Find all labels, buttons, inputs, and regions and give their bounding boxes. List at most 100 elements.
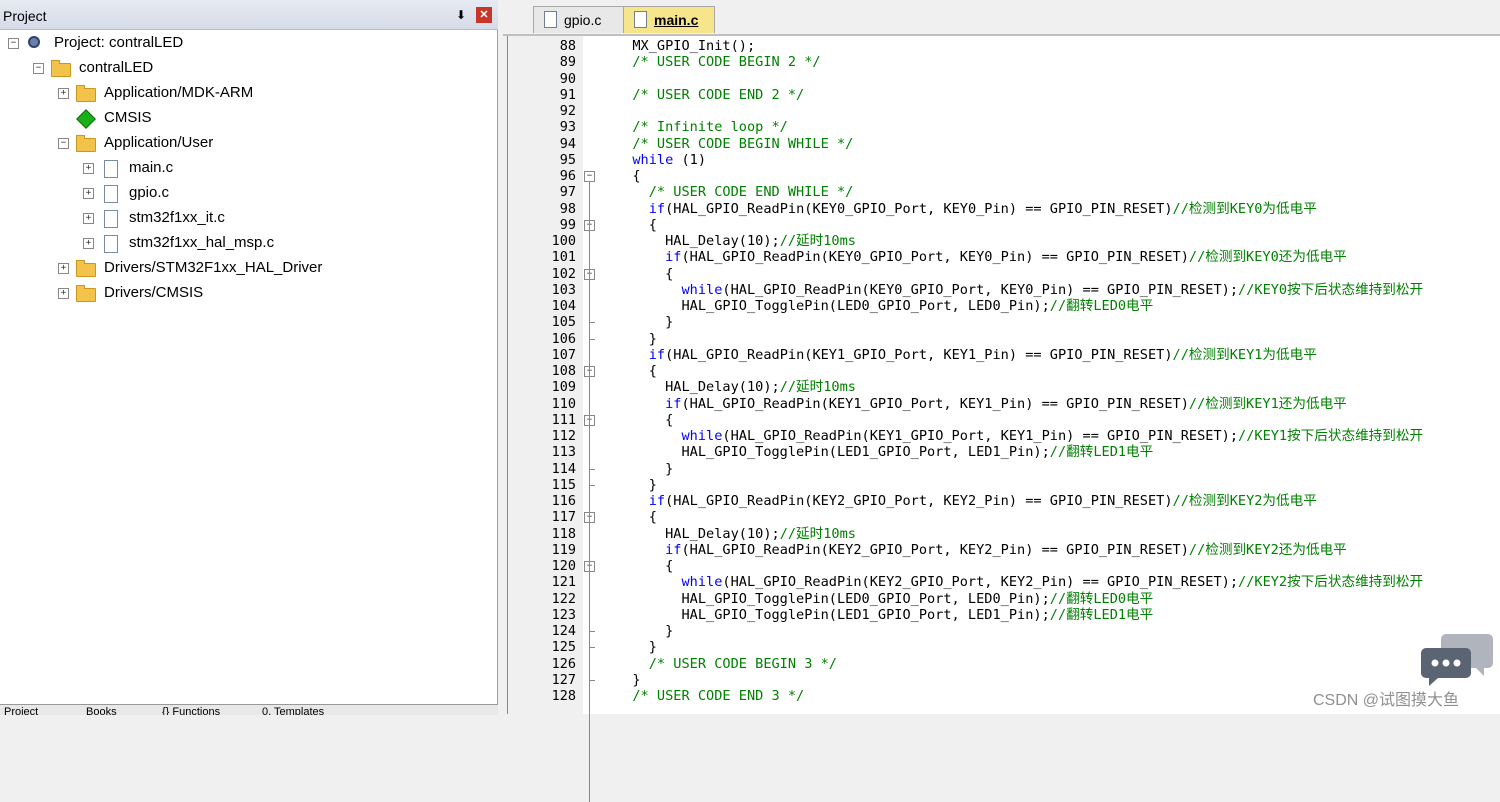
chat-bubble-icon[interactable] bbox=[1420, 630, 1494, 686]
line-number: 99 bbox=[559, 216, 576, 233]
line-number: 97 bbox=[559, 184, 576, 201]
tab-label: main.c bbox=[654, 12, 699, 28]
tree-item-label: stm32f1xx_hal_msp.c bbox=[129, 234, 275, 251]
code-line[interactable]: } bbox=[616, 314, 673, 330]
code-editor[interactable]: 88 89 90 91 92 93 94 95 96 97 98 99 100 101 102 103 104 1… bbox=[507, 36, 1500, 802]
file-icon bbox=[101, 159, 121, 178]
panel-title: Project bbox=[3, 8, 47, 24]
code-line[interactable]: if(HAL_GPIO_ReadPin(KEY1_GPIO_Port, KEY1… bbox=[616, 347, 1317, 363]
line-number: 112 bbox=[551, 428, 576, 444]
code-line[interactable]: HAL_GPIO_TogglePin(LED1_GPIO_Port, LED1_… bbox=[616, 444, 1153, 460]
line-number-gutter: 88 89 90 91 92 93 94 95 96 97 98 99 100 101 102 103 104 1… bbox=[508, 36, 589, 714]
line-number: 91 bbox=[559, 86, 576, 103]
code-line[interactable]: /* USER CODE END 2 */ bbox=[616, 87, 804, 103]
code-line[interactable]: } bbox=[616, 331, 657, 347]
line-number: 114 bbox=[551, 460, 576, 477]
tab-label: gpio.c bbox=[564, 12, 602, 28]
collapse-icon[interactable]: − bbox=[8, 38, 19, 49]
code-line[interactable]: HAL_GPIO_TogglePin(LED0_GPIO_Port, LED0_… bbox=[616, 591, 1153, 607]
code-line[interactable]: } bbox=[616, 477, 657, 493]
tree-item-label: Drivers/STM32F1xx_HAL_Driver bbox=[104, 259, 323, 276]
line-number: 104 bbox=[551, 298, 576, 314]
code-line[interactable]: } bbox=[616, 672, 640, 688]
code-line[interactable]: /* Infinite loop */ bbox=[616, 119, 788, 135]
code-line[interactable]: if(HAL_GPIO_ReadPin(KEY0_GPIO_Port, KEY0… bbox=[616, 249, 1347, 265]
line-number: 105 bbox=[551, 314, 576, 331]
pin-icon[interactable]: ⬇ bbox=[453, 7, 469, 23]
code-line[interactable]: { bbox=[616, 363, 657, 379]
code-line[interactable]: HAL_Delay(10);//延时10ms bbox=[616, 233, 856, 249]
line-number: 107 bbox=[551, 346, 576, 363]
code-line[interactable]: /* USER CODE END 3 */ bbox=[616, 688, 804, 704]
code-line[interactable]: } bbox=[616, 639, 657, 655]
expand-icon[interactable]: + bbox=[58, 263, 69, 274]
tree-item-label: gpio.c bbox=[129, 184, 170, 201]
code-line[interactable]: HAL_Delay(10);//延时10ms bbox=[616, 379, 856, 395]
code-line[interactable]: while(HAL_GPIO_ReadPin(KEY2_GPIO_Port, K… bbox=[616, 574, 1423, 590]
line-number: 121 bbox=[551, 574, 576, 591]
tree-item-label: stm32f1xx_it.c bbox=[129, 209, 225, 226]
line-number: 93 bbox=[559, 119, 576, 136]
code-line[interactable]: if(HAL_GPIO_ReadPin(KEY0_GPIO_Port, KEY0… bbox=[616, 201, 1317, 217]
code-line[interactable]: { bbox=[616, 168, 640, 184]
code-line[interactable]: /* USER CODE BEGIN 3 */ bbox=[616, 656, 837, 672]
folder-icon bbox=[76, 84, 96, 102]
code-line[interactable]: { bbox=[616, 558, 673, 574]
code-line[interactable]: while(HAL_GPIO_ReadPin(KEY0_GPIO_Port, K… bbox=[616, 282, 1423, 298]
tree-item-label: main.c bbox=[129, 159, 174, 176]
editor-area: gpio.c main.c 88 89 90 91 92 93 94 95 96 97 98 99 10… bbox=[503, 0, 1500, 802]
code-line[interactable]: /* USER CODE BEGIN WHILE */ bbox=[616, 136, 853, 152]
code-line[interactable]: while (1) bbox=[616, 152, 706, 168]
code-line[interactable]: MX_GPIO_Init(); bbox=[616, 38, 755, 54]
line-number: 116 bbox=[551, 493, 576, 509]
line-number: 124 bbox=[551, 623, 576, 639]
code-line[interactable]: if(HAL_GPIO_ReadPin(KEY1_GPIO_Port, KEY1… bbox=[616, 396, 1347, 412]
code-line[interactable]: HAL_Delay(10);//延时10ms bbox=[616, 526, 856, 542]
code-line[interactable]: { bbox=[616, 509, 657, 525]
code-line[interactable]: HAL_GPIO_TogglePin(LED0_GPIO_Port, LED0_… bbox=[616, 298, 1153, 314]
line-number: 126 bbox=[551, 655, 576, 672]
line-number: 122 bbox=[551, 590, 576, 607]
code-line[interactable]: while(HAL_GPIO_ReadPin(KEY1_GPIO_Port, K… bbox=[616, 428, 1423, 444]
line-number: 113 bbox=[551, 444, 576, 461]
code-line[interactable]: } bbox=[616, 623, 673, 639]
code-line[interactable]: } bbox=[616, 461, 673, 477]
close-icon[interactable]: ✕ bbox=[476, 7, 492, 23]
folder-open-icon bbox=[76, 134, 96, 152]
tab-gpio-c[interactable]: gpio.c bbox=[533, 6, 625, 33]
line-number: 90 bbox=[559, 70, 576, 87]
expand-icon[interactable]: + bbox=[58, 288, 69, 299]
tab-main-c[interactable]: main.c bbox=[623, 6, 715, 33]
code-line[interactable]: { bbox=[616, 217, 657, 233]
expand-icon[interactable]: + bbox=[83, 213, 94, 224]
tree-item-label: contralLED bbox=[79, 59, 154, 76]
expand-icon[interactable]: + bbox=[83, 188, 94, 199]
line-number: 96 bbox=[559, 168, 576, 184]
line-number: 94 bbox=[559, 135, 576, 152]
code-line[interactable]: /* USER CODE BEGIN 2 */ bbox=[616, 54, 820, 70]
code-line[interactable]: if(HAL_GPIO_ReadPin(KEY2_GPIO_Port, KEY2… bbox=[616, 493, 1317, 509]
line-number: 115 bbox=[551, 476, 576, 493]
line-number: 128 bbox=[551, 688, 576, 704]
line-number: 117 bbox=[551, 509, 576, 526]
fold-guide-line bbox=[589, 181, 590, 802]
tree-item-label: Project: contralLED bbox=[54, 34, 184, 51]
line-number: 127 bbox=[551, 671, 576, 688]
code-line[interactable]: if(HAL_GPIO_ReadPin(KEY2_GPIO_Port, KEY2… bbox=[616, 542, 1347, 558]
expand-icon[interactable]: + bbox=[83, 238, 94, 249]
expand-icon[interactable]: + bbox=[83, 163, 94, 174]
expand-icon[interactable]: + bbox=[58, 88, 69, 99]
collapse-icon[interactable]: − bbox=[58, 138, 69, 149]
line-number: 110 bbox=[551, 395, 576, 412]
code-line[interactable]: { bbox=[616, 412, 673, 428]
code-line[interactable]: /* USER CODE END WHILE */ bbox=[616, 184, 854, 200]
tree-item-label: Application/User bbox=[104, 134, 214, 151]
collapse-icon[interactable]: − bbox=[33, 63, 44, 74]
code-line[interactable]: HAL_GPIO_TogglePin(LED1_GPIO_Port, LED1_… bbox=[616, 607, 1153, 623]
line-number: 123 bbox=[551, 606, 576, 623]
file-icon bbox=[101, 184, 121, 203]
line-number: 101 bbox=[551, 249, 576, 266]
line-number: 125 bbox=[551, 639, 576, 656]
code-line[interactable]: { bbox=[616, 266, 673, 282]
line-number: 118 bbox=[551, 525, 576, 542]
